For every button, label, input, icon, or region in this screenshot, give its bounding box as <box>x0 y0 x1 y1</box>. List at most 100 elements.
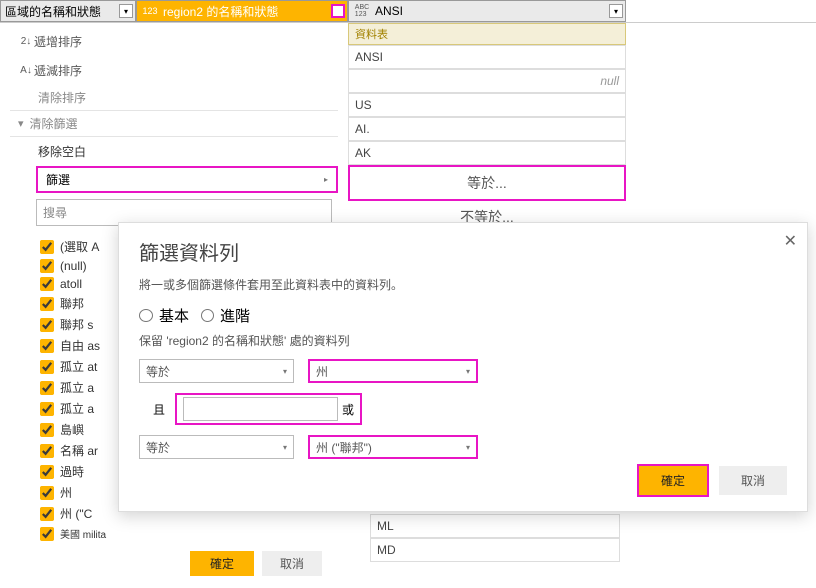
table-tab[interactable]: 資料表 <box>348 23 626 45</box>
item-label: 島嶼 <box>60 421 84 438</box>
checkbox[interactable] <box>40 507 54 521</box>
chevron-down-icon[interactable]: ▾ <box>609 4 623 18</box>
dialog-description: 將一或多個篩選條件套用至此資料表中的資料列。 <box>139 276 787 293</box>
select-value: 等於 <box>146 363 170 380</box>
column-label: 區域的名稱和狀態 <box>5 3 101 20</box>
keep-rows-label: 保留 'region2 的名稱和狀態' 處的資料列 <box>139 332 787 349</box>
checkbox[interactable] <box>40 318 54 332</box>
checkbox[interactable] <box>40 444 54 458</box>
item-label: 聯邦 s <box>60 316 93 333</box>
item-label: 自由 as <box>60 337 100 354</box>
close-icon[interactable]: ✕ <box>784 231 797 251</box>
checkbox[interactable] <box>40 259 54 273</box>
chevron-down-icon: ▾ <box>283 443 287 452</box>
checkbox[interactable] <box>40 339 54 353</box>
table-row[interactable]: AK <box>348 141 626 165</box>
chevron-down-icon: ▾ <box>466 367 470 376</box>
menu-label: 篩選 <box>46 171 70 188</box>
menu-label: 遞減排序 <box>34 62 82 79</box>
cancel-button[interactable]: 取消 <box>719 466 787 495</box>
column-header-region2[interactable]: 123 region2 的名稱和狀態 ▾ <box>136 0 348 22</box>
select-value: 州 <box>316 363 328 380</box>
item-label: 孤立 a <box>60 400 94 417</box>
checkbox[interactable] <box>40 423 54 437</box>
item-label: 美國 milita <box>60 526 106 541</box>
chevron-down-icon: ▾ <box>466 443 470 452</box>
radio-advanced[interactable] <box>201 309 214 322</box>
cancel-button[interactable]: 取消 <box>262 551 322 576</box>
list-item[interactable]: 美國 milita <box>36 524 338 543</box>
menu-buttons: 確定 取消 <box>10 543 338 584</box>
checkbox[interactable] <box>40 240 54 254</box>
item-label: 名稱 ar <box>60 442 98 459</box>
filter-submenu[interactable]: 篩選 ▸ <box>36 166 338 193</box>
item-label: 州 <box>60 484 72 501</box>
operator-select-1[interactable]: 等於 ▾ <box>139 359 294 383</box>
radio-or[interactable] <box>183 397 338 421</box>
table-row[interactable]: null <box>348 69 626 93</box>
select-value: 等於 <box>146 439 170 456</box>
column-header-region[interactable]: 區域的名稱和狀態 ▾ <box>0 0 136 22</box>
radio-label: 且 <box>153 401 165 418</box>
table-row[interactable]: US <box>348 93 626 117</box>
clear-sort[interactable]: 清除排序 <box>10 85 338 110</box>
dialog-title: 篩選資料列 <box>139 237 787 266</box>
checkbox[interactable] <box>40 402 54 416</box>
remove-blank[interactable]: 移除空白 <box>10 137 338 166</box>
item-label: 孤立 at <box>60 358 97 375</box>
menu-label: 移除空白 <box>38 145 86 159</box>
checkbox[interactable] <box>40 277 54 291</box>
sort-desc-icon: A↓ <box>18 65 34 76</box>
column-label: ANSI <box>375 4 403 18</box>
filter-equals[interactable]: 等於... <box>348 165 626 201</box>
ok-button[interactable]: 確定 <box>639 466 707 495</box>
table-row[interactable]: ML <box>370 514 620 538</box>
item-label: atoll <box>60 277 82 291</box>
column-label: region2 的名稱和狀態 <box>163 3 278 20</box>
clear-filter[interactable]: ▾ 清除篩選 <box>10 110 338 137</box>
type-abc123-icon: ABC123 <box>353 4 371 18</box>
menu-label: 清除篩選 <box>30 115 78 132</box>
item-label: (選取 A <box>60 238 99 255</box>
menu-label: 遞增排序 <box>34 33 82 50</box>
value-select-1[interactable]: 州 ▾ <box>308 359 478 383</box>
checkbox[interactable] <box>40 297 54 311</box>
select-value: 州 ("聯邦") <box>316 439 372 456</box>
radio-label: 或 <box>342 401 354 418</box>
data-preview-lower: ML MD <box>370 514 620 562</box>
column-headers: 區域的名稱和狀態 ▾ 123 region2 的名稱和狀態 ▾ ABC123 A… <box>0 0 816 23</box>
sort-descending[interactable]: A↓ 遞減排序 <box>10 56 338 85</box>
operator-select-2[interactable]: 等於 ▾ <box>139 435 294 459</box>
chevron-down-icon: ▾ <box>283 367 287 376</box>
checkbox[interactable] <box>40 465 54 479</box>
checkbox[interactable] <box>40 486 54 500</box>
chevron-down-icon[interactable]: ▾ <box>119 4 133 18</box>
column-header-ansi[interactable]: ABC123 ANSI ▾ <box>348 0 626 22</box>
placeholder: 搜尋 <box>43 206 67 220</box>
chevron-down-icon[interactable]: ▾ <box>331 4 345 18</box>
sort-asc-icon: 2↓ <box>18 36 34 47</box>
item-label: 州 ("C <box>60 505 92 522</box>
checkbox[interactable] <box>40 381 54 395</box>
value-select-2[interactable]: 州 ("聯邦") ▾ <box>308 435 478 459</box>
table-row[interactable]: MD <box>370 538 620 562</box>
checkbox[interactable] <box>40 360 54 374</box>
filter-rows-dialog: ✕ 篩選資料列 將一或多個篩選條件套用至此資料表中的資料列。 基本 進階 保留 … <box>118 222 808 512</box>
item-label: 過時 <box>60 463 84 480</box>
table-row[interactable]: ANSI <box>348 45 626 69</box>
radio-label: 基本 <box>159 305 189 326</box>
ok-button[interactable]: 確定 <box>190 551 254 576</box>
chevron-right-icon: ▸ <box>324 175 328 184</box>
and-or-radios: 且 或 <box>143 393 787 425</box>
checkbox[interactable] <box>40 527 54 541</box>
item-label: (null) <box>60 259 87 273</box>
type-123-icon: 123 <box>141 4 159 18</box>
table-row[interactable]: AI. <box>348 117 626 141</box>
sort-ascending[interactable]: 2↓ 遞增排序 <box>10 27 338 56</box>
funnel-icon: ▾ <box>18 117 24 130</box>
item-label: 孤立 a <box>60 379 94 396</box>
item-label: 聯邦 <box>60 295 84 312</box>
mode-radios: 基本 進階 <box>139 305 787 326</box>
radio-basic[interactable] <box>139 309 153 322</box>
radio-label: 進階 <box>220 305 250 326</box>
